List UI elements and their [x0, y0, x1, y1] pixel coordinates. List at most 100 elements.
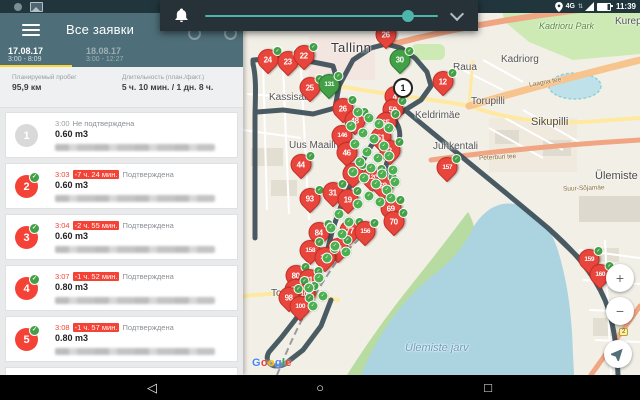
completed-stop-dot[interactable]: ✓ [355, 157, 366, 168]
recents-button[interactable]: □ [484, 375, 492, 400]
completed-stop-dot[interactable]: ✓ [314, 273, 325, 284]
completed-stop-dot[interactable]: ✓ [359, 173, 370, 184]
request-volume: 0.60 m3 [55, 128, 231, 141]
check-badge-icon: ✓ [399, 208, 409, 218]
completed-stop-dot[interactable]: ✓ [308, 301, 319, 312]
request-card[interactable]: 1 3:00 Не подтверждена 0.60 m3 [5, 112, 238, 158]
completed-stop-dot[interactable]: ✓ [377, 169, 388, 180]
my-location-button[interactable] [604, 340, 632, 368]
green-map-pin[interactable]: 30✓ [390, 49, 411, 70]
map-label: Keldrimäe [415, 110, 460, 121]
completed-stop-dot[interactable]: ✓ [371, 179, 382, 190]
network-type-indicator: 4G [566, 3, 575, 10]
date-tabs: 17.08.17 3:00 - 8:09 18.08.17 3:00 - 12:… [0, 46, 243, 67]
check-badge-icon: ✓ [594, 246, 604, 256]
request-number-badge: 1 [15, 124, 38, 147]
completed-stop-dot[interactable]: ✓ [375, 197, 386, 208]
request-number-badge: 5 ✓ [15, 328, 38, 351]
completed-stop-dot[interactable]: ✓ [346, 121, 357, 132]
request-volume: 0.80 m3 [55, 281, 231, 294]
chevron-down-icon[interactable] [450, 6, 464, 20]
map-canvas[interactable]: TallinnKassisabUus MaailmTondiKeldrimäeJ… [243, 0, 640, 375]
completed-stop-dot[interactable]: ✓ [304, 283, 315, 294]
request-card[interactable]: 5 ✓ 3:08 -1 ч. 57 мин. Подтверждена 0.80… [5, 316, 238, 362]
home-button[interactable]: ○ [316, 375, 324, 400]
request-card[interactable]: 2 ✓ 3:03 -7 ч. 24 мин. Подтверждена 0.60… [5, 163, 238, 209]
red-map-pin[interactable]: 93✓ [300, 188, 321, 209]
completed-stop-dot[interactable]: ✓ [341, 247, 352, 258]
completed-stop-dot[interactable]: ✓ [384, 151, 395, 162]
map-label: Ülemiste [595, 170, 638, 182]
completed-stop-dot[interactable]: ✓ [322, 253, 333, 264]
check-badge-icon: ✓ [448, 68, 458, 78]
completed-stop-dot[interactable]: ✓ [388, 165, 399, 176]
back-button[interactable]: ◁ [147, 375, 157, 400]
navigation-arrow-icon [611, 347, 625, 361]
menu-icon[interactable] [22, 24, 40, 36]
delay-badge: -1 ч. 57 мин. [73, 323, 120, 332]
completed-stop-dot[interactable]: ✓ [353, 107, 364, 118]
map-label: Kurepõ [615, 16, 640, 27]
completed-stop-dot[interactable]: ✓ [337, 229, 348, 240]
request-address-blurred [55, 348, 215, 355]
check-badge-icon: ✓ [306, 151, 316, 161]
completed-stop-dot[interactable]: ✓ [384, 123, 395, 134]
request-number-badge: 4 ✓ [15, 277, 38, 300]
zoom-out-button[interactable]: − [606, 297, 634, 325]
confirmed-check-icon: ✓ [29, 223, 40, 234]
completed-stop-dot[interactable]: ✓ [364, 191, 375, 202]
map-label: Torupilli [471, 96, 505, 107]
numbered-circle-marker[interactable]: 1 [393, 78, 413, 98]
completed-stop-dot[interactable]: ✓ [369, 134, 380, 145]
completed-stop-dot[interactable]: ✓ [344, 217, 355, 228]
delay-badge: -1 ч. 52 мин. [73, 272, 120, 281]
slider-thumb[interactable] [402, 10, 414, 22]
request-card[interactable]: 3 ✓ 3:04 -2 ч. 55 мин. Подтверждена 0.60… [5, 214, 238, 260]
red-map-pin[interactable]: 156✓ [355, 221, 376, 242]
request-list[interactable]: 1 3:00 Не подтверждена 0.60 m3 2 ✓ 3:03 … [0, 107, 243, 375]
red-map-pin[interactable]: 70✓ [384, 211, 405, 232]
request-volume: 0.60 m3 [55, 230, 231, 243]
request-time: 3:04 [55, 221, 70, 230]
completed-stop-dot[interactable]: ✓ [350, 139, 361, 150]
request-address-blurred [55, 246, 215, 253]
android-nav-bar: ◁ ○ □ [0, 375, 640, 400]
completed-stop-dot[interactable]: ✓ [390, 177, 401, 188]
location-pin-icon [555, 2, 563, 12]
completed-stop-dot[interactable]: ✓ [386, 193, 397, 204]
red-map-pin[interactable]: 157✓ [437, 157, 458, 178]
check-badge-icon: ✓ [309, 42, 319, 52]
check-badge-icon: ✓ [395, 137, 405, 147]
check-badge-icon: ✓ [348, 95, 358, 105]
delay-badge: -2 ч. 55 мин. [73, 221, 120, 230]
completed-stop-dot[interactable]: ✓ [366, 163, 377, 174]
zoom-in-button[interactable]: + [606, 264, 634, 292]
red-map-pin[interactable]: 44✓ [291, 154, 312, 175]
tab-date-1[interactable]: 17.08.17 3:00 - 8:09 [0, 46, 78, 67]
completed-stop-dot[interactable]: ✓ [358, 128, 369, 139]
tab-date-2[interactable]: 18.08.17 3:00 - 12:27 [78, 46, 156, 67]
completed-stop-dot[interactable]: ✓ [373, 153, 384, 164]
request-time: 3:07 [55, 272, 70, 281]
red-map-pin[interactable]: 12✓ [433, 71, 454, 92]
completed-stop-dot[interactable]: ✓ [318, 291, 329, 302]
completed-stop-dot[interactable]: ✓ [348, 167, 359, 178]
request-card-partial[interactable] [5, 367, 238, 375]
map-label: Kadrioru Park [539, 21, 594, 31]
completed-stop-dot[interactable]: ✓ [362, 147, 373, 158]
clock: 11:39 [616, 2, 636, 11]
completed-stop-dot[interactable]: ✓ [330, 241, 341, 252]
completed-stop-dot[interactable]: ✓ [353, 199, 364, 210]
brightness-slider[interactable] [205, 15, 438, 17]
bell-icon [174, 8, 189, 23]
red-map-pin[interactable]: 24✓ [258, 49, 279, 70]
check-badge-icon: ✓ [338, 179, 348, 189]
green-map-pin[interactable]: 131✓ [319, 74, 340, 95]
completed-stop-dot[interactable]: ✓ [334, 209, 345, 220]
completed-stop-dot[interactable]: ✓ [326, 223, 337, 234]
red-map-pin[interactable]: 25✓ [300, 77, 321, 98]
map-label: Tallinn [331, 40, 371, 55]
red-map-pin[interactable]: 22✓ [294, 45, 315, 66]
request-card[interactable]: 4 ✓ 3:07 -1 ч. 52 мин. Подтверждена 0.80… [5, 265, 238, 311]
notification-shade[interactable] [160, 0, 478, 31]
